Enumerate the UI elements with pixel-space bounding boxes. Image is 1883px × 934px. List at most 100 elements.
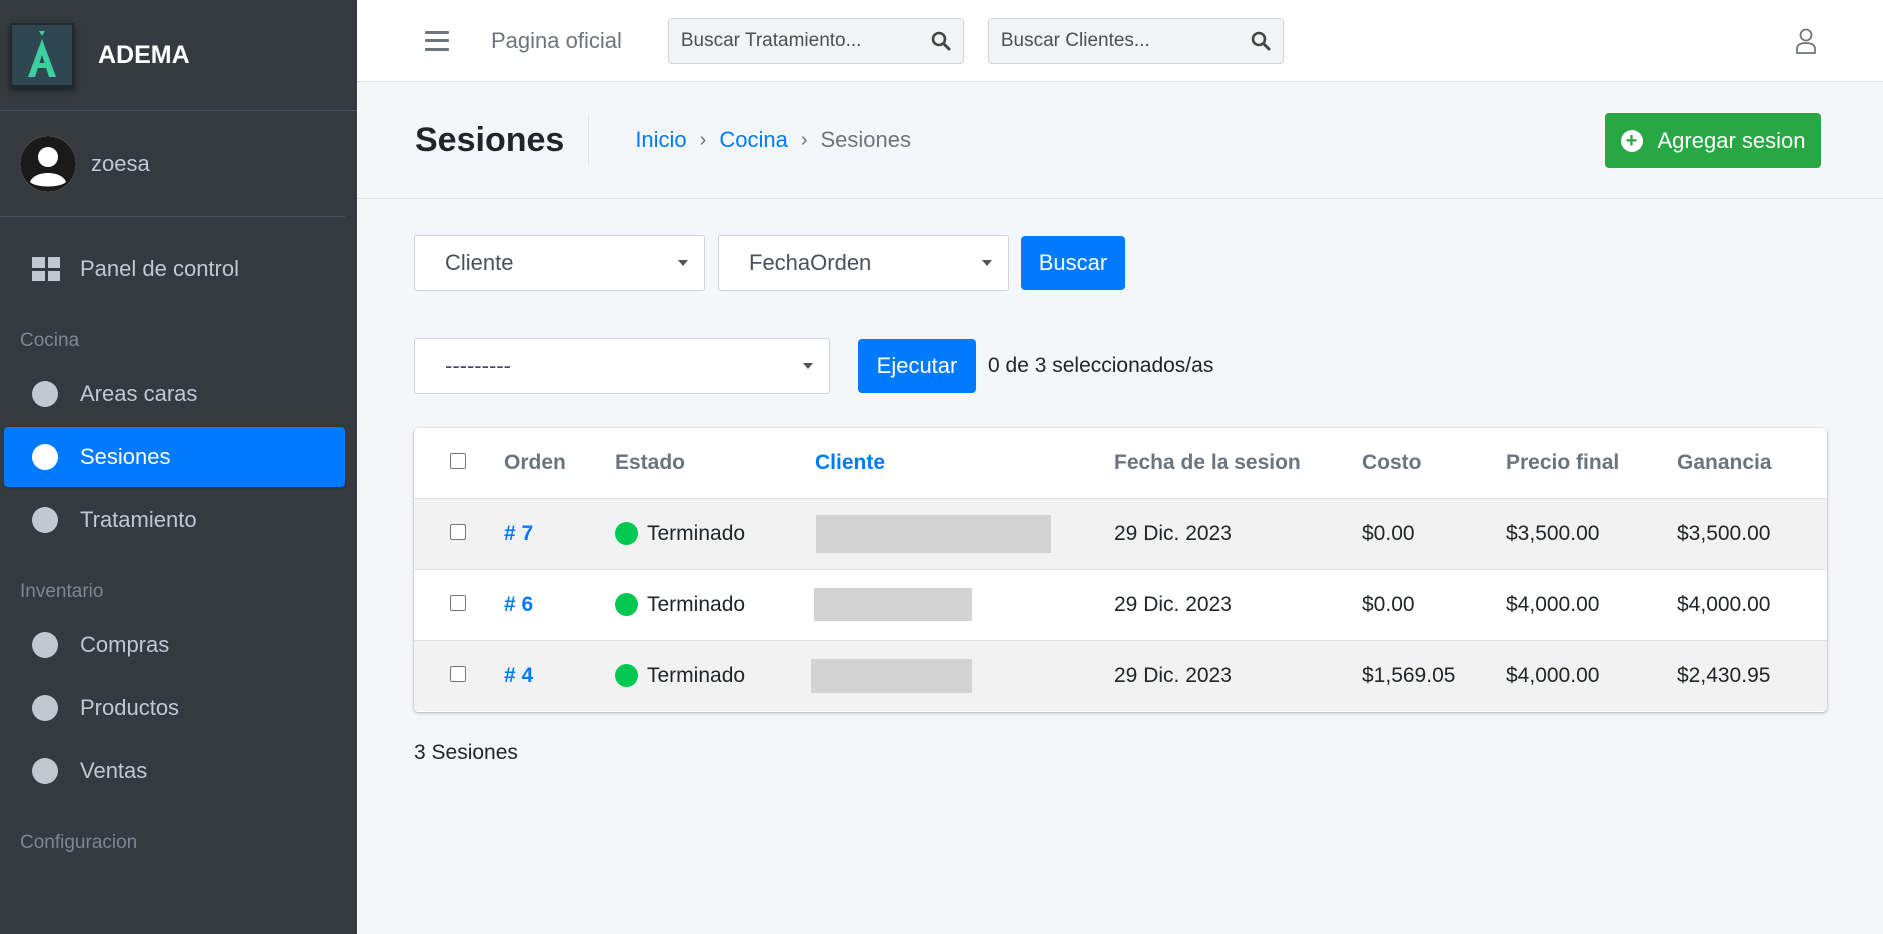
breadcrumb: Inicio › Cocina › Sesiones xyxy=(635,127,911,153)
plus-circle-icon: + xyxy=(1620,129,1643,152)
client-filter-select[interactable]: Cliente xyxy=(414,235,705,291)
column-header-ganancia[interactable]: Ganancia xyxy=(1677,428,1827,499)
status-badge: Terminado xyxy=(615,522,815,546)
status-text: Terminado xyxy=(647,592,746,616)
caret-down-icon xyxy=(678,260,688,266)
logo-a-icon xyxy=(28,31,56,77)
table-row: # 7 Terminado 29 Dic. 2023 $0.00 $3,500.… xyxy=(414,497,1827,569)
row-checkbox-cell xyxy=(414,497,504,569)
client-filter-value: Cliente xyxy=(445,250,514,275)
select-all-checkbox[interactable] xyxy=(450,452,466,469)
filters: Cliente FechaOrden Buscar xyxy=(414,235,1125,291)
circle-icon xyxy=(32,632,58,658)
breadcrumb-cocina[interactable]: Cocina xyxy=(719,127,787,153)
ganancia-cell: $4,000.00 xyxy=(1677,568,1827,640)
fecha-cell: 29 Dic. 2023 xyxy=(1114,639,1362,711)
circle-icon xyxy=(32,381,58,407)
search-icon[interactable] xyxy=(931,31,951,51)
column-header-cliente[interactable]: Cliente xyxy=(815,428,1114,499)
official-page-link[interactable]: Pagina oficial xyxy=(491,28,622,54)
order-link[interactable]: # 7 xyxy=(504,522,533,545)
caret-down-icon xyxy=(982,260,992,266)
column-header-costo[interactable]: Costo xyxy=(1362,428,1506,499)
circle-icon xyxy=(32,758,58,784)
breadcrumb-inicio[interactable]: Inicio xyxy=(635,127,686,153)
column-header-orden[interactable]: Orden xyxy=(504,428,615,499)
results-count: 3 Sesiones xyxy=(414,741,518,764)
order-link[interactable]: # 4 xyxy=(504,664,533,687)
add-session-button[interactable]: + Agregar sesion xyxy=(1605,113,1821,168)
sessions-table: Orden Estado Cliente Fecha de la sesion … xyxy=(414,428,1827,711)
user-panel[interactable]: zoesa xyxy=(0,111,345,217)
status-text: Terminado xyxy=(647,663,746,687)
topbar: Pagina oficial xyxy=(357,0,1883,82)
execute-button[interactable]: Ejecutar xyxy=(858,339,976,393)
column-header-estado[interactable]: Estado xyxy=(615,428,815,499)
row-checkbox[interactable] xyxy=(450,523,466,540)
sidebar-item-ventas[interactable]: Ventas xyxy=(4,741,345,801)
user-name: zoesa xyxy=(91,150,150,176)
sidebar-item-tratamiento[interactable]: Tratamiento xyxy=(4,490,345,550)
selected-count: 0 de 3 seleccionados/as xyxy=(988,354,1214,377)
nav-header-inventario: Inventario xyxy=(20,581,104,602)
search-button[interactable]: Buscar xyxy=(1021,236,1125,290)
sidebar-item-label: Compras xyxy=(80,632,170,657)
circle-icon xyxy=(32,507,58,533)
row-checkbox-cell xyxy=(414,639,504,711)
brand[interactable]: ADEMA xyxy=(0,0,357,111)
ganancia-cell: $2,430.95 xyxy=(1677,639,1827,711)
status-done-icon xyxy=(615,593,638,616)
redacted-client-name xyxy=(816,514,1051,553)
row-checkbox[interactable] xyxy=(450,665,466,682)
caret-down-icon xyxy=(803,363,813,369)
precio-cell: $4,000.00 xyxy=(1506,568,1677,640)
search-clients-input[interactable] xyxy=(1000,29,1251,52)
content-header: Sesiones Inicio › Cocina › Sesiones + Ag… xyxy=(357,82,1883,199)
table-row: # 6 Terminado 29 Dic. 2023 $0.00 $4,000.… xyxy=(414,568,1827,640)
breadcrumb-current: Sesiones xyxy=(820,127,912,152)
sidebar-item-compras[interactable]: Compras xyxy=(4,615,345,675)
fecha-cell: 29 Dic. 2023 xyxy=(1114,568,1362,640)
search-treatment-input[interactable] xyxy=(680,29,931,52)
nav-header-configuracion: Configuracion xyxy=(20,832,138,853)
brand-logo xyxy=(10,23,74,87)
search-clients xyxy=(987,17,1284,64)
breadcrumb-separator: › xyxy=(800,128,808,151)
precio-cell: $3,500.00 xyxy=(1506,497,1677,569)
row-checkbox-cell xyxy=(414,568,504,640)
sessions-table-card: Orden Estado Cliente Fecha de la sesion … xyxy=(414,428,1827,712)
sidebar-item-label: Areas caras xyxy=(80,381,198,406)
search-icon[interactable] xyxy=(1251,31,1271,51)
sidebar-item-sesiones[interactable]: Sesiones xyxy=(4,427,345,487)
page-title: Sesiones xyxy=(415,115,590,165)
sidebar-item-dashboard[interactable]: Panel de control xyxy=(4,239,345,299)
user-avatar-icon xyxy=(20,135,76,192)
column-header-precio-final[interactable]: Precio final xyxy=(1506,428,1677,499)
select-all-cell xyxy=(414,428,504,499)
bulk-actions: --------- Ejecutar 0 de 3 seleccionados/… xyxy=(414,338,1213,394)
row-checkbox[interactable] xyxy=(450,594,466,611)
costo-cell: $0.00 xyxy=(1362,568,1506,640)
status-badge: Terminado xyxy=(615,664,815,688)
nav-header-cocina: Cocina xyxy=(20,330,80,351)
search-treatment xyxy=(667,17,964,64)
fecha-cell: 29 Dic. 2023 xyxy=(1114,497,1362,569)
status-text: Terminado xyxy=(647,521,746,545)
sidebar: ADEMA zoesa Panel de control Cocina Area… xyxy=(0,0,357,934)
avatar xyxy=(20,135,76,192)
menu-toggle-icon[interactable] xyxy=(425,30,449,51)
date-filter-value: FechaOrden xyxy=(749,250,872,275)
sidebar-item-areas-caras[interactable]: Areas caras xyxy=(4,364,345,424)
order-link[interactable]: # 6 xyxy=(504,593,533,616)
ganancia-cell: $3,500.00 xyxy=(1677,497,1827,569)
user-account-icon[interactable] xyxy=(1795,28,1817,54)
circle-icon xyxy=(32,695,58,721)
sidebar-item-label: Productos xyxy=(80,695,180,720)
sidebar-item-productos[interactable]: Productos xyxy=(4,678,345,738)
sidebar-item-label: Tratamiento xyxy=(80,507,197,532)
costo-cell: $0.00 xyxy=(1362,497,1506,569)
brand-name: ADEMA xyxy=(98,40,190,69)
date-filter-select[interactable]: FechaOrden xyxy=(718,235,1009,291)
column-header-fecha[interactable]: Fecha de la sesion xyxy=(1114,428,1362,499)
action-select[interactable]: --------- xyxy=(414,338,830,394)
